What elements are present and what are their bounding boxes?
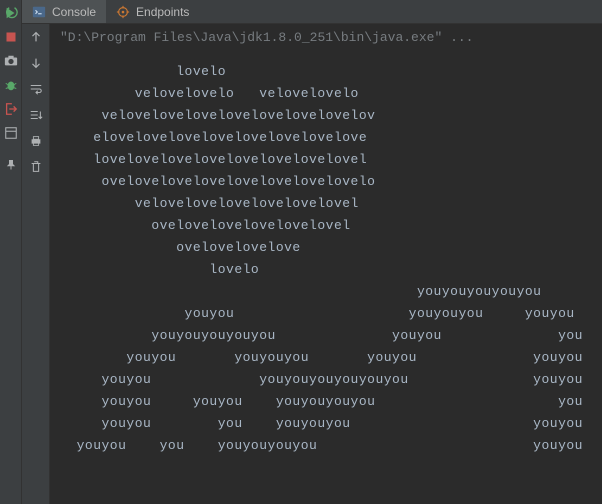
console-body: "D:\Program Files\Java\jdk1.8.0_251\bin\… <box>22 24 602 504</box>
tab-console[interactable]: Console <box>22 0 106 23</box>
tab-console-label: Console <box>52 5 96 19</box>
console-output[interactable]: "D:\Program Files\Java\jdk1.8.0_251\bin\… <box>50 24 602 504</box>
command-line: "D:\Program Files\Java\jdk1.8.0_251\bin\… <box>60 30 592 45</box>
pin-icon[interactable] <box>4 158 18 172</box>
print-icon[interactable] <box>29 134 43 148</box>
stop-icon[interactable] <box>4 30 18 44</box>
endpoints-icon <box>116 5 130 19</box>
tab-endpoints-label: Endpoints <box>136 5 189 19</box>
trash-icon[interactable] <box>29 160 43 174</box>
camera-icon[interactable] <box>4 54 18 68</box>
exit-icon[interactable] <box>4 102 18 116</box>
console-icon <box>32 5 46 19</box>
main-column: Console Endpoints <box>22 0 602 504</box>
rerun-icon[interactable] <box>4 6 18 20</box>
layout-icon[interactable] <box>4 126 18 140</box>
console-ascii-output: lovelo velovelovelo velovelovelo velovel… <box>60 61 592 457</box>
tab-endpoints[interactable]: Endpoints <box>106 0 199 23</box>
soft-wrap-icon[interactable] <box>29 82 43 96</box>
console-action-rail <box>22 24 50 504</box>
tool-window-rail <box>0 0 22 504</box>
scroll-to-end-icon[interactable] <box>29 108 43 122</box>
scroll-up-icon[interactable] <box>29 30 43 44</box>
debug-icon[interactable] <box>4 78 18 92</box>
scroll-down-icon[interactable] <box>29 56 43 70</box>
tool-window-tabbar: Console Endpoints <box>22 0 602 24</box>
